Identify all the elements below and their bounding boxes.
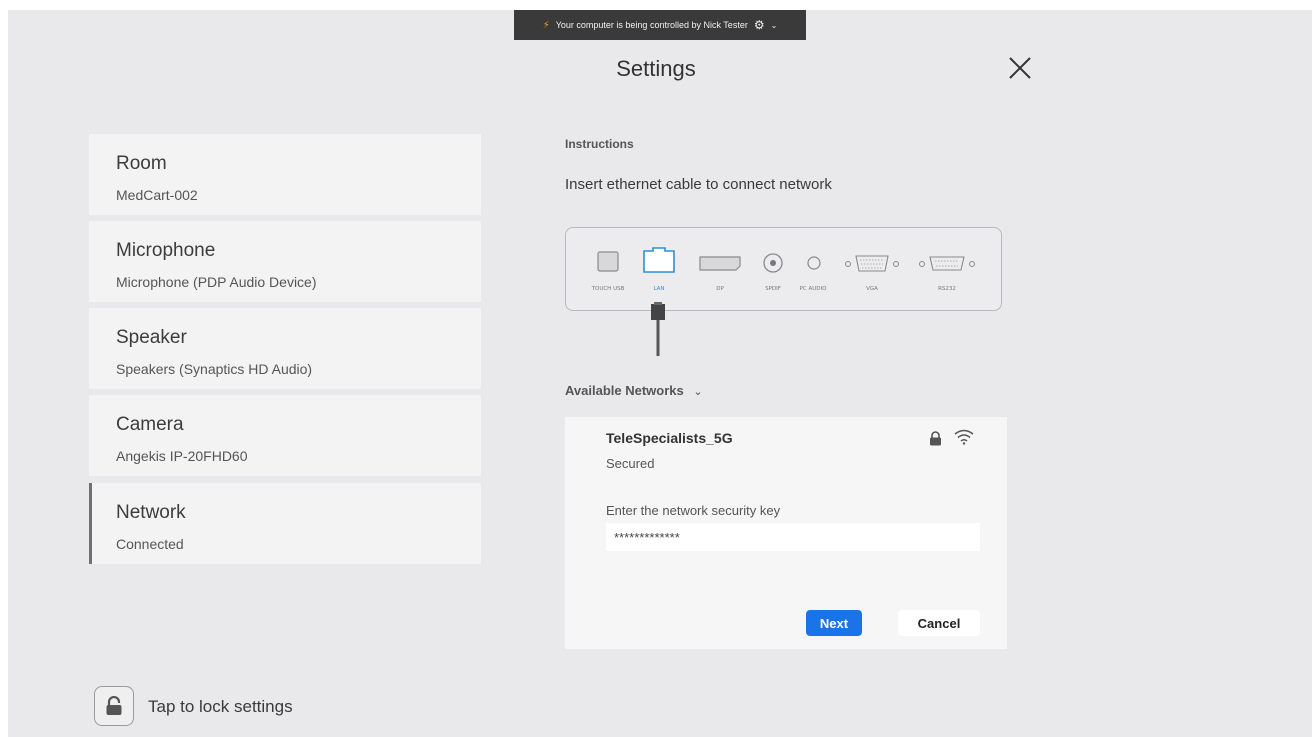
remote-control-text: Your computer is being controlled by Nic… (555, 20, 748, 30)
close-button[interactable] (1006, 54, 1034, 82)
menu-item-room[interactable]: Room MedCart-002 (89, 134, 481, 215)
menu-item-speaker[interactable]: Speaker Speakers (Synaptics HD Audio) (89, 308, 481, 389)
gear-icon[interactable]: ⚙ (754, 18, 765, 32)
menu-item-network[interactable]: Network Connected (89, 483, 481, 564)
menu-item-title: Speaker (116, 327, 187, 348)
lock-settings-button[interactable] (94, 686, 134, 726)
port-label-rs232: RS232 (938, 286, 956, 292)
port-label-lan: LAN (653, 286, 665, 292)
network-ssid: TeleSpecialists_5G (606, 430, 733, 446)
wifi-icon (954, 429, 974, 445)
port-label-touch-usb: TOUCH USB (591, 286, 625, 292)
port-label-spdif: SPDIF (765, 286, 781, 292)
instructions-text: Insert ethernet cable to connect network (565, 176, 832, 193)
available-networks-label: Available Networks (565, 383, 684, 398)
chevron-down-icon[interactable]: ⌄ (771, 21, 778, 30)
lock-icon (930, 431, 941, 446)
cancel-button[interactable]: Cancel (898, 610, 980, 636)
menu-item-subtitle: Microphone (PDP Audio Device) (116, 274, 317, 290)
menu-item-title: Network (116, 502, 186, 523)
port-label-dp: DP (716, 286, 724, 292)
vga-port-icon (845, 255, 899, 272)
port-panel-graphic (597, 247, 975, 273)
security-key-input[interactable] (606, 523, 980, 551)
instructions-heading: Instructions (565, 137, 634, 151)
network-status: Secured (606, 456, 655, 471)
next-button[interactable]: Next (806, 610, 862, 636)
menu-item-camera[interactable]: Camera Angekis IP-20FHD60 (89, 395, 481, 476)
rs232-port-icon (919, 256, 975, 271)
network-card: TeleSpecialists_5G Secured Enter the net… (565, 417, 1007, 649)
lock-settings-label[interactable]: Tap to lock settings (148, 697, 293, 717)
port-panel-diagram: TOUCH USB LAN DP SPDIF PC AUDIO VGA RS23… (565, 227, 1002, 311)
lan-port-icon (643, 247, 675, 273)
menu-item-subtitle: Angekis IP-20FHD60 (116, 448, 248, 464)
menu-item-title: Microphone (116, 240, 216, 261)
port-label-vga: VGA (866, 286, 878, 292)
security-key-label: Enter the network security key (606, 503, 781, 518)
remote-app-icon: ⚡ (542, 19, 550, 31)
audio-port-icon (807, 256, 821, 270)
remote-control-banner[interactable]: ⚡ Your computer is being controlled by N… (514, 10, 806, 40)
usb-port-icon (597, 251, 619, 272)
menu-item-subtitle: Connected (116, 536, 184, 552)
page-title: Settings (616, 56, 696, 81)
menu-item-title: Room (116, 153, 167, 174)
lock-open-icon (106, 696, 122, 715)
menu-item-subtitle: Speakers (Synaptics HD Audio) (116, 361, 313, 377)
menu-item-subtitle: MedCart-002 (116, 187, 198, 203)
ethernet-cable-icon (651, 302, 665, 356)
menu-item-microphone[interactable]: Microphone Microphone (PDP Audio Device) (89, 221, 481, 302)
port-label-pc-audio: PC AUDIO (799, 286, 827, 292)
dp-port-icon (699, 256, 741, 271)
close-icon (1009, 57, 1031, 79)
available-networks-toggle[interactable]: Available Networks ⌄ (565, 383, 703, 398)
menu-item-title: Camera (116, 414, 184, 435)
chevron-down-icon: ⌄ (693, 386, 703, 398)
